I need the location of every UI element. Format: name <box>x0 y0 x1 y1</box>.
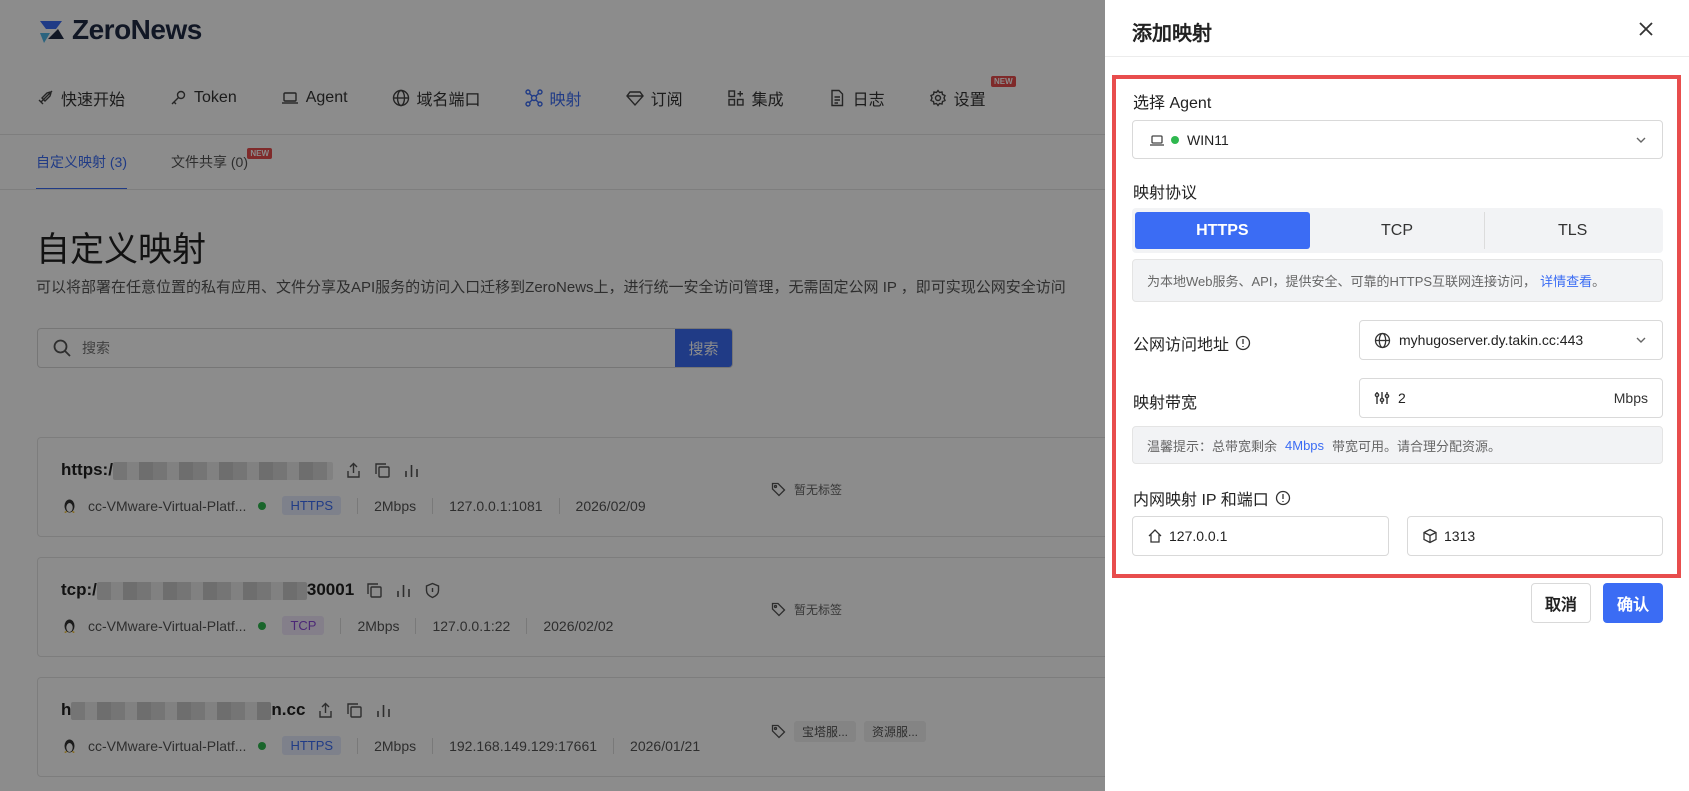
drawer-title: 添加映射 <box>1132 23 1212 45</box>
drawer-header: 添加映射 <box>1105 0 1689 57</box>
info-icon[interactable] <box>1275 490 1291 506</box>
info-icon[interactable] <box>1235 335 1251 351</box>
cancel-button[interactable]: 取消 <box>1531 583 1591 623</box>
protocol-hint: 为本地Web服务、API，提供安全、可靠的HTTPS互联网连接访问， 详情查看。 <box>1132 259 1663 302</box>
protocol-option-tls[interactable]: TLS <box>1485 212 1660 249</box>
domain-select-value: myhugoserver.dy.takin.cc:443 <box>1399 332 1584 348</box>
domain-label: 公网访问地址 <box>1133 331 1251 355</box>
home-icon <box>1148 529 1162 543</box>
bandwidth-tip: 温馨提示：总带宽剩余 4Mbps 带宽可用。请合理分配资源。 <box>1132 426 1663 464</box>
online-status-dot <box>1171 135 1179 144</box>
globe-icon <box>1374 332 1391 348</box>
ip-value: 127.0.0.1 <box>1169 528 1228 544</box>
bandwidth-input[interactable]: 2 Mbps <box>1359 378 1663 418</box>
bandwidth-value: 2 <box>1398 390 1406 406</box>
agent-label: 选择 Agent <box>1133 95 1212 112</box>
agent-select[interactable]: WIN11 <box>1132 120 1663 159</box>
confirm-button[interactable]: 确认 <box>1603 583 1663 623</box>
port-value: 1313 <box>1444 528 1476 544</box>
bandwidth-label: 映射带宽 <box>1133 395 1198 412</box>
laptop-icon <box>1150 134 1164 146</box>
modal-overlay[interactable] <box>0 0 1105 791</box>
protocol-label: 映射协议 <box>1133 185 1198 202</box>
close-icon[interactable] <box>1635 18 1657 40</box>
agent-select-value: WIN11 <box>1187 131 1229 148</box>
ip-port-label: 内网映射 IP 和端口 <box>1133 486 1291 510</box>
port-input[interactable]: 1313 <box>1407 516 1663 556</box>
protocol-segmented-control: HTTPS TCP TLS <box>1132 208 1663 253</box>
details-link[interactable]: 详情查看 <box>1540 271 1592 290</box>
protocol-option-tcp[interactable]: TCP <box>1310 212 1485 249</box>
domain-select[interactable]: myhugoserver.dy.takin.cc:443 <box>1359 320 1663 360</box>
ip-input[interactable]: 127.0.0.1 <box>1132 516 1389 556</box>
bandwidth-unit: Mbps <box>1613 390 1648 406</box>
cube-icon <box>1423 528 1437 544</box>
chevron-down-icon <box>1636 137 1646 143</box>
protocol-option-https[interactable]: HTTPS <box>1135 212 1310 249</box>
chevron-down-icon <box>1636 337 1646 343</box>
sliders-icon <box>1374 392 1390 404</box>
remaining-bandwidth: 4Mbps <box>1285 437 1325 453</box>
add-mapping-drawer: 添加映射 选择 Agent WIN11 映射协议 HTTPS TCP TLS 为… <box>1105 0 1689 791</box>
